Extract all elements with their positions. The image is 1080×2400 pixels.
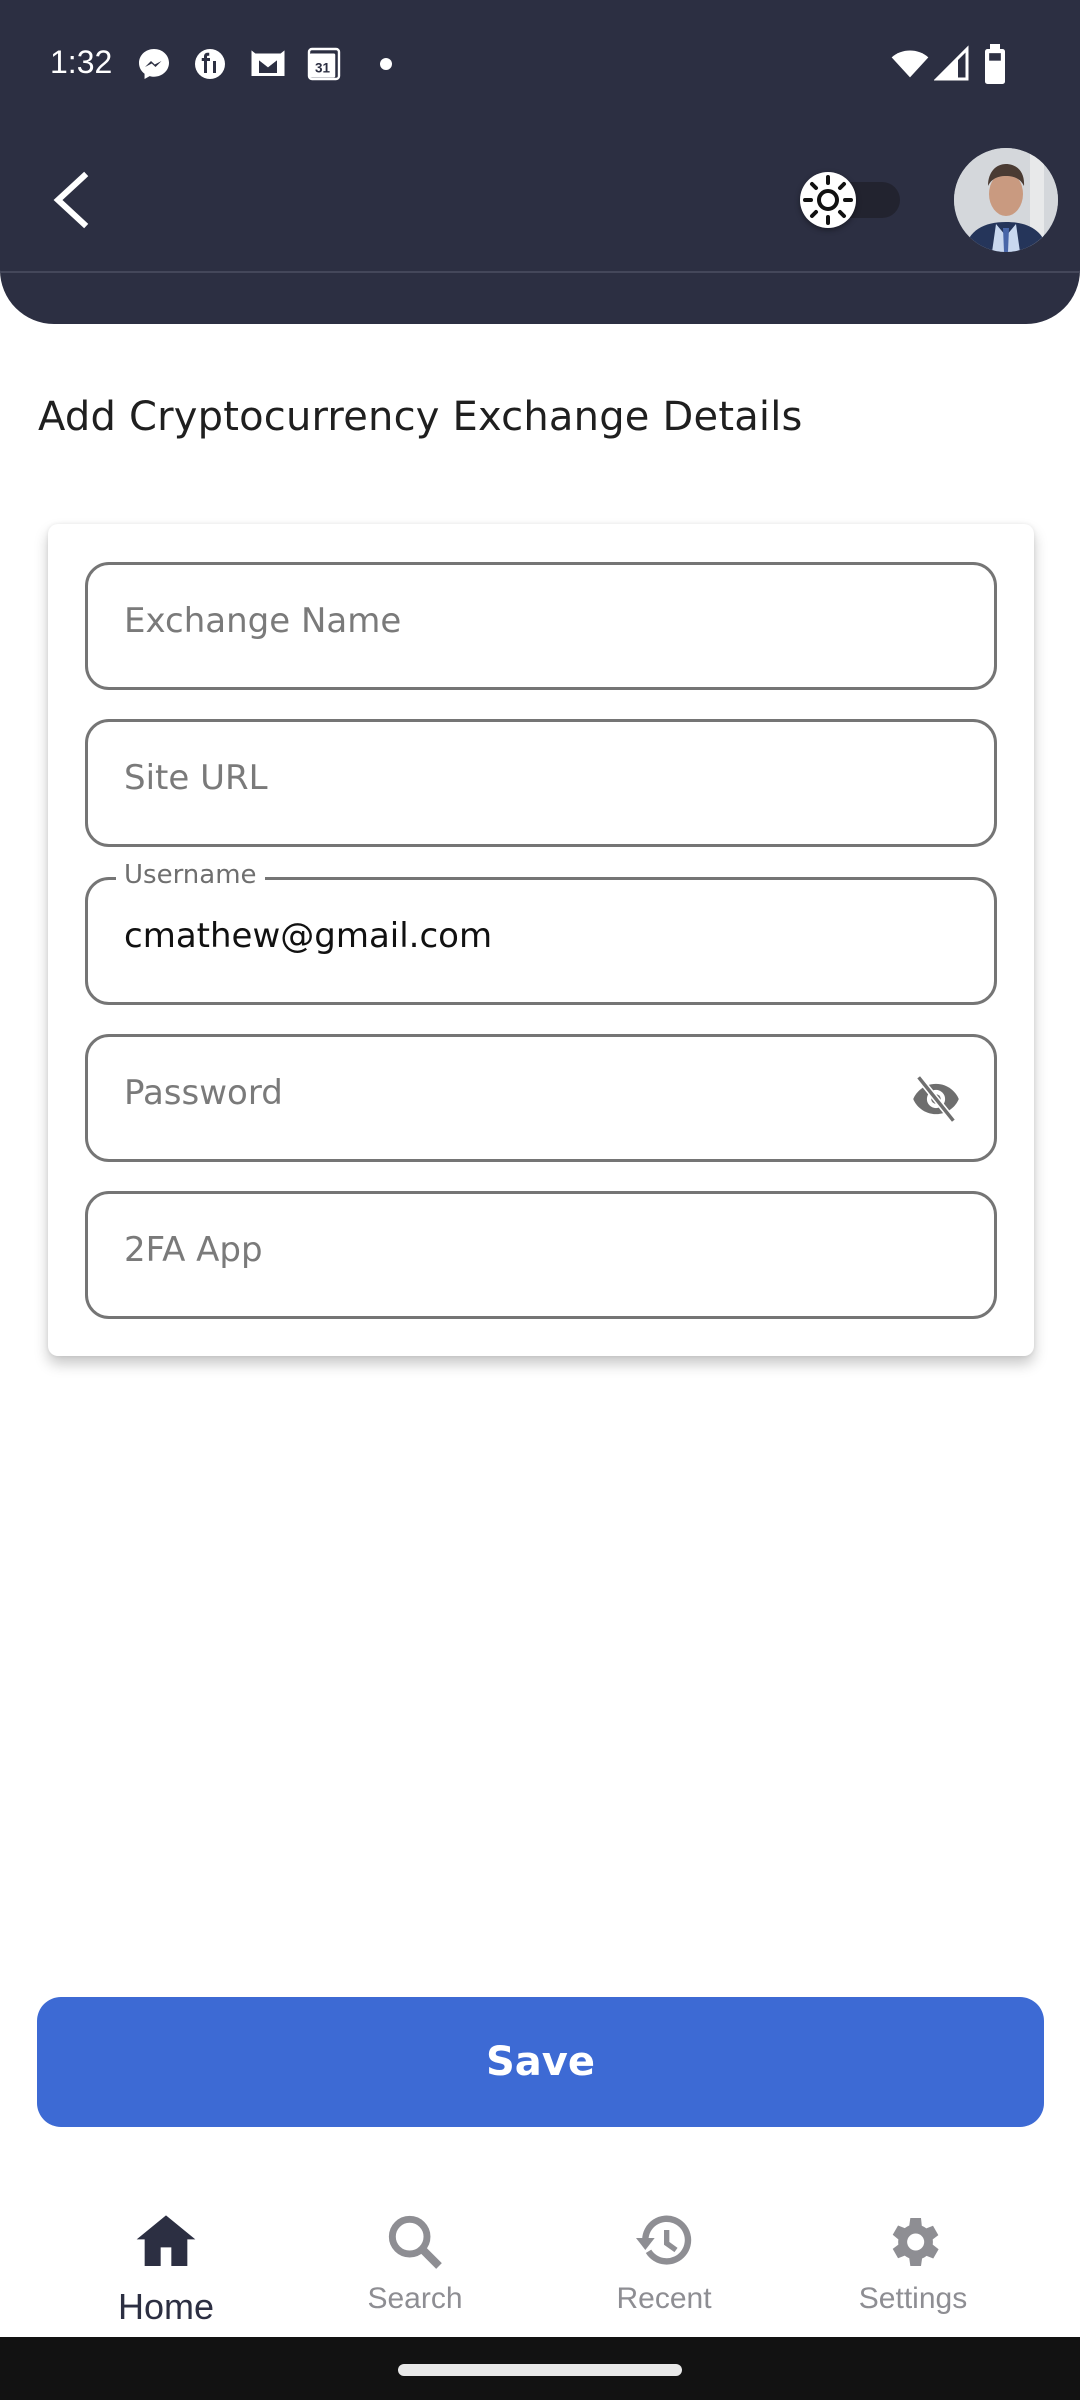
header-divider	[0, 271, 1080, 273]
site-url-placeholder: Site URL	[124, 758, 268, 798]
theme-toggle[interactable]	[800, 172, 904, 228]
exchange-details-card: Exchange Name Site URL Username cmathew@…	[48, 524, 1034, 1356]
nav-label-settings: Settings	[858, 2282, 968, 2315]
user-photo	[954, 148, 1058, 252]
gear-icon	[892, 2218, 939, 2266]
cellular-signal-icon	[934, 45, 969, 81]
status-bar: 1:32 31	[0, 0, 1080, 130]
home-icon	[136, 2215, 196, 2266]
username-field[interactable]: Username cmathew@gmail.com	[85, 860, 997, 1005]
username-value: cmathew@gmail.com	[124, 916, 493, 956]
avatar[interactable]	[954, 148, 1058, 252]
nav-label-search: Search	[367, 2282, 463, 2315]
back-button[interactable]	[40, 160, 100, 240]
page-title: Add Cryptocurrency Exchange Details	[38, 394, 803, 440]
wifi-icon	[891, 50, 929, 78]
nav-item-recent[interactable]: Recent	[564, 2180, 764, 2338]
system-nav-bar	[0, 2337, 1080, 2400]
two-fa-app-placeholder: 2FA App	[124, 1230, 263, 1270]
nav-label-home: Home	[117, 2286, 215, 2327]
site-url-field[interactable]: Site URL	[85, 719, 997, 847]
sun-icon	[803, 175, 853, 225]
password-placeholder: Password	[124, 1073, 283, 1113]
history-icon	[636, 2215, 692, 2265]
more-notifications-dot-icon	[380, 58, 392, 70]
nav-item-settings[interactable]: Settings	[813, 2180, 1013, 2338]
calendar-icon: 31	[307, 47, 341, 81]
nav-item-home[interactable]: Home	[66, 2180, 266, 2338]
app-header: 1:32 31	[0, 0, 1080, 324]
two-fa-app-field[interactable]: 2FA App	[85, 1191, 997, 1319]
messenger-icon	[139, 49, 169, 79]
chevron-left-icon	[53, 171, 89, 229]
toggle-knob	[800, 172, 856, 228]
search-icon	[388, 2215, 442, 2269]
exchange-name-field[interactable]: Exchange Name	[85, 562, 997, 690]
home-gesture-handle[interactable]	[398, 2364, 682, 2376]
status-time: 1:32	[50, 44, 113, 80]
exchange-name-placeholder: Exchange Name	[124, 601, 402, 641]
toggle-password-visibility-button[interactable]	[906, 1073, 966, 1125]
fi-app-icon	[195, 49, 225, 79]
gmail-icon	[251, 50, 285, 76]
nav-label-recent: Recent	[616, 2282, 712, 2315]
bottom-nav: Home Search Recent Settings	[0, 2180, 1080, 2338]
nav-item-search[interactable]: Search	[315, 2180, 515, 2338]
svg-text:31: 31	[315, 60, 331, 75]
password-field[interactable]: Password	[85, 1034, 997, 1162]
eye-off-icon	[913, 1075, 959, 1123]
battery-icon	[985, 44, 1005, 84]
username-label: Username	[116, 860, 265, 890]
save-button[interactable]: Save	[37, 1997, 1044, 2127]
